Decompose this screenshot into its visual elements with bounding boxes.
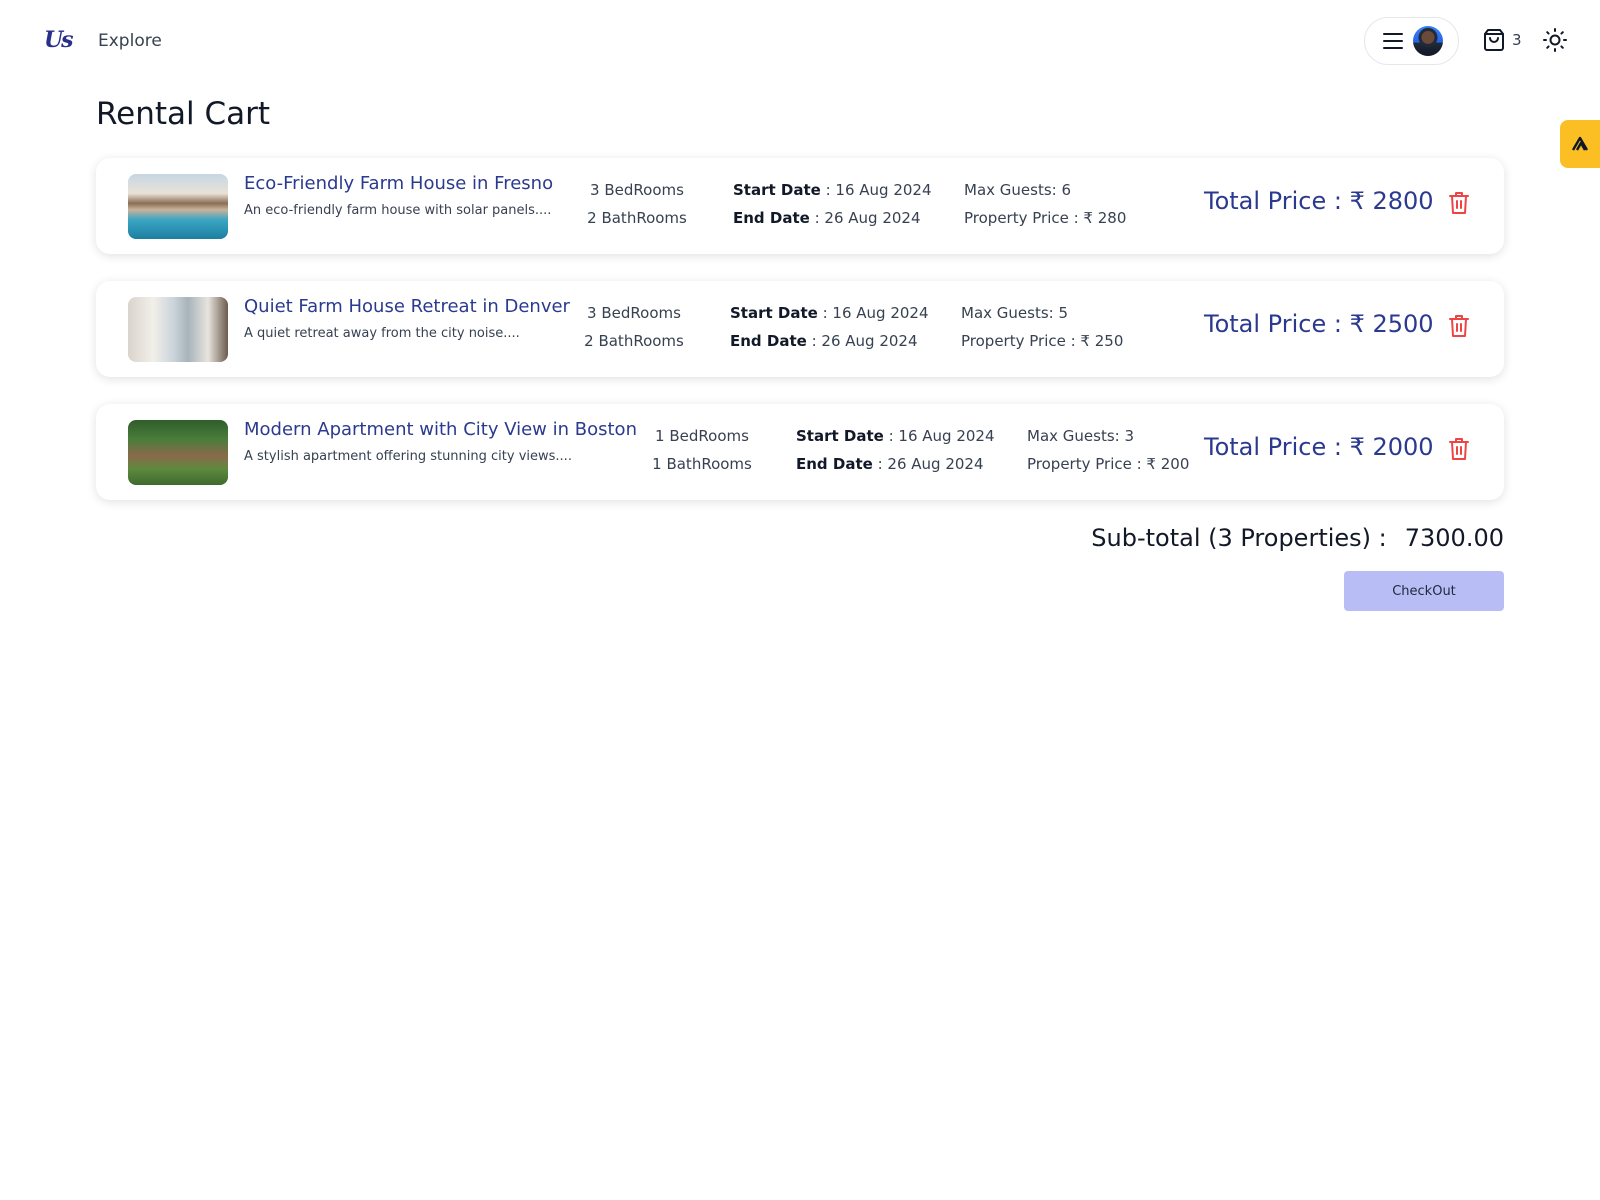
- room-counts: 3 BedRooms 2 BathRooms: [579, 299, 689, 355]
- logo[interactable]: Us: [44, 25, 74, 55]
- theme-toggle-button[interactable]: [1543, 28, 1569, 54]
- end-date-value: : 26 Aug 2024: [809, 209, 921, 227]
- property-thumbnail[interactable]: [128, 174, 228, 239]
- property-price: Property Price : ₹ 280: [964, 209, 1127, 227]
- max-guests: Max Guests: 5: [961, 304, 1069, 322]
- side-widget-tab[interactable]: [1560, 120, 1600, 168]
- property-thumbnail[interactable]: [128, 297, 228, 362]
- property-price: Property Price : ₹ 200: [1027, 455, 1190, 473]
- property-thumbnail[interactable]: [128, 420, 228, 485]
- rental-dates: Start Date : 16 Aug 2024 End Date : 26 A…: [730, 299, 929, 355]
- end-date: End Date : 26 Aug 2024: [796, 450, 995, 478]
- max-guests: Max Guests: 3: [1027, 427, 1135, 445]
- guest-info: Max Guests: 6 Property Price : ₹ 280: [964, 176, 1126, 232]
- property-price: Property Price : ₹ 250: [961, 332, 1124, 350]
- end-date: End Date : 26 Aug 2024: [733, 204, 932, 232]
- cart-item-card: Modern Apartment with City View in Bosto…: [96, 404, 1504, 500]
- delete-button[interactable]: [1448, 314, 1472, 340]
- start-date-value: : 16 Aug 2024: [883, 427, 995, 445]
- guest-info: Max Guests: 5 Property Price : ₹ 250: [961, 299, 1123, 355]
- cart-count-badge: 3: [1512, 31, 1522, 49]
- avatar: [1413, 26, 1443, 56]
- user-menu-button[interactable]: [1364, 17, 1459, 65]
- rental-dates: Start Date : 16 Aug 2024 End Date : 26 A…: [733, 176, 932, 232]
- chevron-up-icon: [1571, 136, 1589, 151]
- room-counts: 3 BedRooms 2 BathRooms: [582, 176, 692, 232]
- start-date-label: Start Date: [796, 427, 884, 445]
- end-date-value: : 26 Aug 2024: [806, 332, 918, 350]
- delete-button[interactable]: [1448, 437, 1472, 463]
- trash-icon: [1449, 192, 1469, 214]
- cart-button[interactable]: 3: [1482, 28, 1528, 54]
- cart-item-card: Quiet Farm House Retreat in Denver A qui…: [96, 281, 1504, 377]
- property-title[interactable]: Eco-Friendly Farm House in Fresno: [244, 172, 553, 196]
- page-title: Rental Cart: [96, 96, 271, 132]
- bedrooms-count: 3 BedRooms: [590, 181, 684, 199]
- end-date-label: End Date: [733, 209, 810, 227]
- trash-icon: [1449, 438, 1469, 460]
- end-date-label: End Date: [796, 455, 873, 473]
- start-date: Start Date : 16 Aug 2024: [796, 422, 995, 450]
- property-description: A stylish apartment offering stunning ci…: [244, 449, 572, 464]
- start-date-value: : 16 Aug 2024: [817, 304, 929, 322]
- property-title[interactable]: Modern Apartment with City View in Bosto…: [244, 418, 637, 442]
- bathrooms-count: 1 BathRooms: [652, 455, 752, 473]
- property-description: An eco-friendly farm house with solar pa…: [244, 203, 552, 218]
- start-date: Start Date : 16 Aug 2024: [730, 299, 929, 327]
- rental-dates: Start Date : 16 Aug 2024 End Date : 26 A…: [796, 422, 995, 478]
- start-date: Start Date : 16 Aug 2024: [733, 176, 932, 204]
- subtotal-label: Sub-total (3 Properties) :: [1091, 524, 1387, 552]
- bathrooms-count: 2 BathRooms: [587, 209, 687, 227]
- bathrooms-count: 2 BathRooms: [584, 332, 684, 350]
- bedrooms-count: 1 BedRooms: [655, 427, 749, 445]
- trash-icon: [1449, 315, 1469, 337]
- navbar: Us Explore 3: [0, 0, 1600, 82]
- property-title[interactable]: Quiet Farm House Retreat in Denver: [244, 295, 570, 319]
- room-counts: 1 BedRooms 1 BathRooms: [647, 422, 757, 478]
- start-date-label: Start Date: [730, 304, 818, 322]
- guest-info: Max Guests: 3 Property Price : ₹ 200: [1027, 422, 1189, 478]
- subtotal-value: 7300.00: [1404, 524, 1504, 552]
- bedrooms-count: 3 BedRooms: [587, 304, 681, 322]
- shopping-bag-icon: [1484, 29, 1504, 51]
- hamburger-icon: [1383, 33, 1403, 49]
- explore-link[interactable]: Explore: [98, 30, 162, 52]
- start-date-label: Start Date: [733, 181, 821, 199]
- total-price: Total Price : ₹ 2000: [1204, 433, 1434, 461]
- total-price: Total Price : ₹ 2800: [1204, 187, 1434, 215]
- property-description: A quiet retreat away from the city noise…: [244, 326, 520, 341]
- sun-icon: [1543, 28, 1567, 52]
- subtotal: Sub-total (3 Properties) : 7300.00: [1091, 522, 1504, 554]
- start-date-value: : 16 Aug 2024: [820, 181, 932, 199]
- end-date-label: End Date: [730, 332, 807, 350]
- checkout-button[interactable]: CheckOut: [1344, 571, 1504, 611]
- end-date: End Date : 26 Aug 2024: [730, 327, 929, 355]
- end-date-value: : 26 Aug 2024: [872, 455, 984, 473]
- cart-item-card: Eco-Friendly Farm House in Fresno An eco…: [96, 158, 1504, 254]
- total-price: Total Price : ₹ 2500: [1204, 310, 1434, 338]
- delete-button[interactable]: [1448, 191, 1472, 217]
- max-guests: Max Guests: 6: [964, 181, 1072, 199]
